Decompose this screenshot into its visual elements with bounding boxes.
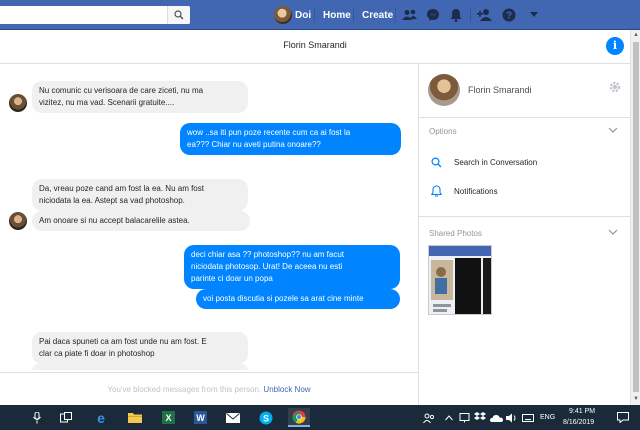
svg-text:?: ?	[506, 11, 512, 22]
message-line: parinte ci doar un popa	[191, 274, 273, 283]
clock-time[interactable]: 9:41 PM	[569, 408, 595, 415]
message-line: Am onoare si nu accept balacarelile aste…	[39, 216, 190, 225]
facebook-topbar: Doi Home Create ?	[0, 0, 640, 30]
people-icon[interactable]	[418, 408, 440, 427]
options-header[interactable]: Options	[429, 127, 457, 136]
caret-down-icon[interactable]	[525, 6, 543, 24]
chevron-down-icon[interactable]	[608, 127, 618, 135]
contact-name[interactable]: Florin Smarandi	[468, 85, 532, 95]
message-list[interactable]: Nu comunic cu verisoara de care ziceti, …	[0, 64, 418, 370]
message-bubble: Pai daca spuneti ca am fost unde nu am f…	[32, 332, 248, 364]
task-view-icon[interactable]	[55, 408, 77, 427]
divider	[353, 8, 354, 22]
bell-icon	[429, 184, 443, 198]
message-line: Nu comunic cu verisoara de care ziceti, …	[39, 86, 204, 95]
divider	[395, 8, 396, 22]
svg-text:S: S	[263, 413, 269, 423]
chevron-down-icon[interactable]	[608, 229, 618, 237]
friends-icon[interactable]	[401, 6, 419, 24]
avatar[interactable]	[428, 74, 460, 106]
avatar	[274, 6, 292, 24]
notifications-option[interactable]: Notifications	[429, 184, 498, 198]
language-indicator[interactable]: ENG	[540, 414, 555, 421]
profile-link[interactable]	[274, 6, 292, 24]
message-line: ea??? Chiar nu aveti putina onoare??	[187, 140, 321, 149]
messenger-icon[interactable]	[424, 6, 442, 24]
conversation-title: Florin Smarandi	[283, 40, 347, 50]
clock-date[interactable]: 8/16/2019	[563, 419, 594, 426]
message-bubble: Nu comunic cu verisoara de care ziceti, …	[32, 81, 248, 113]
message-line: niciodata la ea. Astept sa vad photoshop…	[39, 196, 185, 205]
notifications-label: Notifications	[454, 186, 498, 196]
svg-text:e: e	[97, 411, 105, 425]
skype-icon[interactable]: S	[255, 408, 277, 427]
word-icon[interactable]: W	[189, 408, 211, 427]
message-line: clar ca piate fi doar in photoshop	[39, 349, 155, 358]
excel-icon[interactable]: X	[157, 408, 179, 427]
message-bubble: wow ..sa iti pun poze recente cum ca ai …	[180, 123, 401, 155]
message-line: deci chiar asa ?? photoshop?? nu am facu…	[191, 250, 344, 259]
search-in-conversation-label: Search in Conversation	[454, 157, 538, 167]
page-scrollbar[interactable]: ▲ ▼	[630, 30, 640, 405]
create-link[interactable]: Create	[362, 10, 393, 21]
scroll-thumb[interactable]	[633, 42, 639, 392]
home-link[interactable]: Home	[323, 10, 351, 21]
svg-text:W: W	[196, 413, 205, 423]
search-in-conversation[interactable]: Search in Conversation	[429, 155, 537, 169]
divider	[419, 216, 630, 217]
file-explorer-icon[interactable]	[124, 408, 146, 427]
message-bubble: voi posta discutia si pozele sa arat cin…	[196, 289, 400, 309]
help-icon[interactable]: ?	[500, 6, 518, 24]
shared-photo-thumbnail[interactable]	[428, 245, 492, 315]
windows-taskbar: e X W S ENG 9:41 PM 8/16/2019	[0, 405, 640, 430]
edge-icon[interactable]: e	[90, 408, 112, 427]
search-input[interactable]	[0, 6, 190, 24]
message-bubble: deci chiar asa ?? photoshop?? nu am facu…	[184, 245, 400, 289]
message-line: voi posta discutia si pozele sa arat cin…	[203, 294, 364, 303]
gear-icon[interactable]	[609, 81, 621, 93]
avatar	[9, 94, 27, 112]
keyboard-icon[interactable]	[517, 408, 539, 427]
scroll-down-icon[interactable]: ▼	[632, 395, 640, 403]
message-line: Pai daca spuneti ca am fost unde nu am f…	[39, 337, 207, 346]
profile-name[interactable]: Doi	[295, 10, 311, 21]
blocked-notice: You've blocked messages from this person…	[0, 372, 418, 405]
blocked-text: You've blocked messages from this person…	[107, 385, 262, 394]
divider	[314, 8, 315, 22]
mail-icon[interactable]	[222, 408, 244, 427]
action-center-icon[interactable]	[612, 408, 634, 427]
message-line: Da, vreau poze cand am fost la ea. Nu am…	[39, 184, 204, 193]
divider	[470, 8, 471, 22]
svg-text:X: X	[165, 413, 171, 423]
notifications-icon[interactable]	[447, 6, 465, 24]
search-button[interactable]	[167, 6, 190, 24]
message-line: wow ..sa iti pun poze recente cum ca ai …	[187, 128, 351, 137]
search-icon	[174, 10, 184, 20]
screen: Doi Home Create ? Florin Smarandi i Nu c…	[0, 0, 640, 430]
message-line: niciodata photosop. Urat! De aceea nu es…	[191, 262, 343, 271]
scroll-up-icon[interactable]: ▲	[632, 31, 640, 39]
shared-photos-header[interactable]: Shared Photos	[429, 229, 482, 238]
unblock-link[interactable]: Unblock Now	[263, 385, 310, 394]
message-line: vizitez, nu ma vad. Scenarii gratuite...…	[39, 98, 175, 107]
message-bubble-partial	[32, 364, 248, 370]
conversation-header: Florin Smarandi i	[0, 30, 630, 64]
panel-divider	[418, 64, 419, 405]
message-bubble: Am onoare si nu accept balacarelile aste…	[32, 211, 250, 231]
microphone-icon[interactable]	[26, 408, 48, 427]
chrome-icon[interactable]	[288, 408, 310, 427]
message-bubble: Da, vreau poze cand am fost la ea. Nu am…	[32, 179, 248, 211]
avatar	[9, 212, 27, 230]
find-friends-icon[interactable]	[476, 6, 494, 24]
info-icon[interactable]: i	[606, 37, 624, 55]
divider	[419, 117, 630, 118]
search-icon	[429, 155, 443, 169]
